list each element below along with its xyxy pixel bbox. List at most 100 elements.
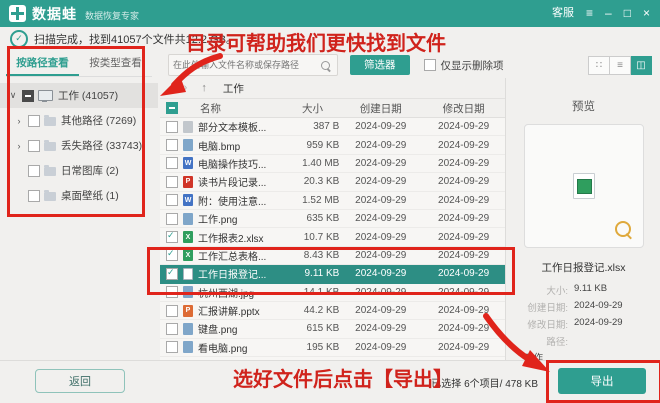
file-size: 195 KB: [306, 341, 340, 353]
breadcrumb-path: 工作: [222, 82, 244, 95]
deleted-only-checkbox[interactable]: [423, 59, 436, 71]
export-button[interactable]: 导出: [558, 368, 646, 394]
sidebar-tab[interactable]: 按路径查看: [6, 52, 79, 76]
tree-checkbox[interactable]: [28, 189, 40, 202]
file-created-date: 2024-09-29: [355, 176, 407, 188]
table-row[interactable]: 部分文本模板... 387 B 2024-09-29 2024-09-29: [160, 118, 505, 137]
column-modified[interactable]: 修改日期: [422, 101, 505, 116]
table-row[interactable]: 工作日报登记... 9.11 KB 2024-09-29 2024-09-29: [160, 265, 505, 284]
file-size: 1.40 MB: [302, 157, 340, 169]
table-row[interactable]: 工作.png 635 KB 2024-09-29 2024-09-29: [160, 210, 505, 229]
file-modified-date: 2024-09-29: [438, 176, 490, 188]
pdf-file-icon: P: [183, 175, 193, 188]
file-name: 键盘.png: [198, 325, 238, 337]
app-title: 数据蛙: [32, 5, 77, 22]
file-modified-date: 2024-09-29: [438, 231, 490, 243]
forward-icon[interactable]: ›: [184, 82, 188, 94]
row-checkbox[interactable]: [166, 230, 178, 244]
file-created-date: 2024-09-29: [355, 249, 407, 261]
file-name: 电脑操作技巧...: [198, 159, 267, 171]
table-row[interactable]: X 工作汇总表格... 8.43 KB 2024-09-29 2024-09-2…: [160, 247, 505, 266]
list-view-icon[interactable]: ≡: [610, 55, 631, 75]
deleted-only-toggle[interactable]: 仅显示删除项: [423, 58, 504, 73]
table-row[interactable]: W 附：使用注意... 1.52 MB 2024-09-29 2024-09-2…: [160, 192, 505, 210]
table-row[interactable]: 键盘.png 615 KB 2024-09-29 2024-09-29: [160, 320, 505, 339]
row-checkbox[interactable]: [166, 248, 178, 262]
column-size[interactable]: 大小: [286, 101, 340, 116]
row-checkbox[interactable]: [166, 267, 178, 280]
image-file-icon: [183, 286, 193, 299]
column-created[interactable]: 创建日期: [339, 101, 422, 116]
search-input[interactable]: [169, 60, 321, 70]
search-box[interactable]: [168, 54, 338, 76]
row-checkbox[interactable]: [166, 139, 178, 152]
ppt-file-icon: P: [183, 304, 193, 317]
preview-field-label: 修改日期:: [527, 320, 568, 331]
file-size: 959 KB: [306, 139, 340, 151]
row-checkbox[interactable]: [166, 157, 178, 170]
sidebar: 按路径查看 按类型查看 ∨ 工作 (41057) › 其他路径 (7269) › …: [0, 50, 158, 360]
sidebar-tree-item[interactable]: 日常图库 (2): [0, 158, 158, 183]
tree-checkbox[interactable]: [28, 114, 40, 127]
tree-checkbox[interactable]: [28, 139, 40, 152]
row-checkbox[interactable]: [166, 322, 178, 335]
row-checkbox[interactable]: [166, 194, 178, 207]
file-name: 工作汇总表格...: [198, 251, 267, 263]
table-row[interactable]: 看电脑.png 195 KB 2024-09-29 2024-09-29: [160, 339, 505, 358]
detail-view-icon[interactable]: ◫: [631, 55, 652, 75]
file-size: 615 KB: [306, 323, 340, 335]
doc-file-icon: [183, 267, 193, 280]
filter-button[interactable]: 筛选器: [350, 55, 410, 75]
back-icon[interactable]: ‹: [170, 82, 174, 94]
table-row[interactable]: P 读书片段记录... 20.3 KB 2024-09-29 2024-09-2…: [160, 173, 505, 192]
sidebar-tree-item[interactable]: ∨ 工作 (41057): [0, 83, 158, 108]
row-checkbox[interactable]: [166, 286, 178, 299]
sidebar-tab[interactable]: 按类型查看: [79, 52, 152, 76]
up-folder-icon[interactable]: ↑: [201, 82, 207, 94]
close-icon[interactable]: ×: [643, 0, 650, 27]
image-file-icon: [183, 139, 193, 152]
row-checkbox[interactable]: [166, 304, 178, 317]
row-checkbox[interactable]: [166, 120, 178, 133]
file-size: 387 B: [313, 121, 340, 133]
menu-icon[interactable]: ≡: [586, 0, 593, 27]
folder-icon: [44, 165, 56, 176]
table-row[interactable]: X 工作报表2.xlsx 10.7 KB 2024-09-29 2024-09-…: [160, 228, 505, 247]
expander-icon[interactable]: ∨: [8, 90, 18, 101]
tree-checkbox[interactable]: [22, 89, 34, 102]
tree-checkbox[interactable]: [28, 164, 40, 177]
back-button[interactable]: 返回: [35, 369, 125, 393]
file-name: 附：使用注意...: [198, 196, 267, 208]
row-checkbox[interactable]: [166, 175, 178, 188]
tree-label: 工作 (41057): [58, 90, 119, 102]
expander-icon[interactable]: ›: [14, 141, 24, 151]
zoom-preview-icon[interactable]: [614, 221, 631, 237]
expander-icon[interactable]: ›: [14, 116, 24, 126]
select-all-checkbox[interactable]: [166, 102, 178, 114]
file-size: 20.3 KB: [303, 176, 340, 188]
support-button[interactable]: 客服: [552, 0, 574, 27]
row-checkbox[interactable]: [166, 212, 178, 225]
row-checkbox[interactable]: [166, 341, 178, 354]
sidebar-tree-item[interactable]: › 丢失路径 (33743): [0, 133, 158, 158]
file-created-date: 2024-09-29: [355, 323, 407, 335]
maximize-icon[interactable]: □: [624, 0, 631, 27]
table-row[interactable]: P 汇报讲解.pptx 44.2 KB 2024-09-29 2024-09-2…: [160, 302, 505, 321]
table-row[interactable]: W 电脑操作技巧... 1.40 MB 2024-09-29 2024-09-2…: [160, 155, 505, 174]
file-modified-date: 2024-09-29: [438, 121, 490, 133]
tree-label: 丢失路径 (33743): [61, 140, 143, 152]
preview-field-value: 9.11 KB: [574, 283, 608, 294]
file-size: 635 KB: [306, 213, 340, 225]
table-row[interactable]: 电脑.bmp 959 KB 2024-09-29 2024-09-29: [160, 136, 505, 155]
table-header: 名称 大小 创建日期 修改日期: [160, 99, 505, 118]
scan-complete-icon: ✓: [10, 29, 28, 48]
file-modified-date: 2024-09-29: [438, 268, 490, 280]
grid-view-icon[interactable]: ∷: [588, 55, 610, 75]
sidebar-tree-item[interactable]: 桌面壁纸 (1): [0, 183, 158, 208]
preview-field-label: 创建日期:: [527, 303, 568, 314]
table-row[interactable]: 杭州西湖.jpg 14.1 KB 2024-09-29 2024-09-29: [160, 284, 505, 302]
column-name[interactable]: 名称: [200, 101, 286, 116]
minimize-icon[interactable]: –: [605, 0, 612, 27]
sidebar-tree-item[interactable]: › 其他路径 (7269): [0, 108, 158, 133]
tree-label: 桌面壁纸 (1): [61, 190, 119, 202]
